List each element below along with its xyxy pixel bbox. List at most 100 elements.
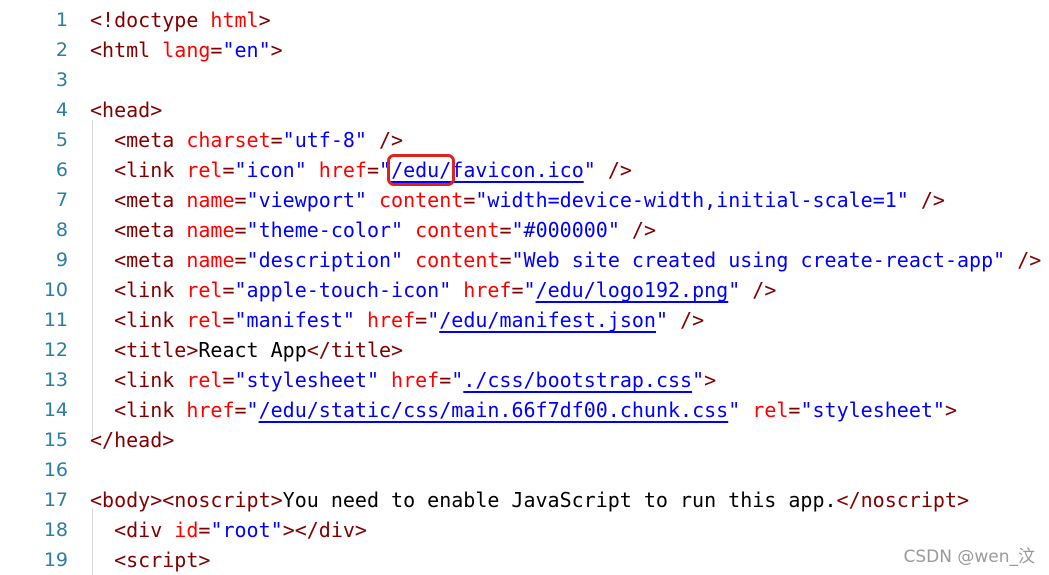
- code-token: =: [499, 248, 512, 272]
- code-token: rel: [186, 368, 223, 392]
- line-number: 4: [55, 99, 68, 121]
- code-token: "apple-touch-icon": [234, 278, 452, 302]
- code-token: =: [270, 128, 283, 152]
- code-text: <script>: [90, 545, 210, 575]
- code-token: </noscript>: [836, 488, 969, 512]
- code-token: =: [234, 188, 247, 212]
- code-token: =: [234, 218, 247, 242]
- code-editor[interactable]: 1 <!doctype html> 2 <html lang="en"> 3 4 <head…: [0, 0, 1049, 575]
- code-text: <body><noscript>You need to enable JavaS…: [90, 485, 969, 515]
- code-line[interactable]: 9 <meta name="description" content="Web …: [0, 245, 1049, 275]
- line-number: 13: [43, 369, 68, 391]
- code-line[interactable]: 3: [0, 65, 1049, 95]
- code-token: =: [210, 38, 223, 62]
- path-link[interactable]: ./css/bootstrap.css: [463, 368, 692, 392]
- code-line[interactable]: 10 <link rel="apple-touch-icon" href="/e…: [0, 275, 1049, 305]
- code-token: ": [523, 278, 536, 302]
- code-token: =: [234, 398, 247, 422]
- code-line[interactable]: 6 <link rel="icon" href="/edu/favicon.ic…: [0, 154, 1049, 186]
- code-token: href: [463, 278, 512, 302]
- line-number: 14: [43, 399, 68, 421]
- code-token: "stylesheet": [800, 398, 945, 422]
- code-text: <link href="/edu/static/css/main.66f7df0…: [90, 395, 957, 425]
- line-number: 11: [43, 309, 68, 331]
- line-number: 15: [43, 429, 68, 451]
- code-token: "#000000": [511, 218, 620, 242]
- code-token: <body><noscript>: [90, 488, 283, 512]
- code-token: </head>: [90, 428, 175, 452]
- code-token: ": [427, 308, 440, 332]
- code-line[interactable]: 19 <script>: [0, 545, 1049, 575]
- line-number: 8: [55, 219, 68, 241]
- code-token: <meta: [90, 218, 187, 242]
- path-link[interactable]: /edu/static/css/main.66f7df00.chunk.css: [259, 398, 729, 422]
- code-token: =: [788, 398, 801, 422]
- code-token: rel: [186, 158, 223, 182]
- code-token: "width=device-width,initial-scale=1": [475, 188, 909, 212]
- code-token: "description": [246, 248, 404, 272]
- code-token: href: [318, 158, 367, 182]
- code-line[interactable]: 16: [0, 455, 1049, 485]
- code-token: content: [415, 248, 500, 272]
- code-line[interactable]: 18 <div id="root"></div>: [0, 515, 1049, 545]
- code-line[interactable]: 17 <body><noscript>You need to enable Jav…: [0, 485, 1049, 515]
- code-text: <meta name="viewport" content="width=dev…: [90, 185, 945, 215]
- highlighted-path[interactable]: /edu/: [387, 154, 456, 186]
- code-line[interactable]: 11 <link rel="manifest" href="/edu/manif…: [0, 305, 1049, 335]
- code-token: <title>: [90, 338, 199, 362]
- code-text: <title>React App</title>: [90, 335, 403, 365]
- code-token: content: [379, 188, 464, 212]
- code-token: "icon": [234, 158, 307, 182]
- code-token: <link: [90, 398, 187, 422]
- line-number: 17: [43, 489, 68, 511]
- code-line[interactable]: 13 <link rel="stylesheet" href="./css/bo…: [0, 365, 1049, 395]
- code-line[interactable]: 5 <meta charset="utf-8" />: [0, 125, 1049, 155]
- line-number: 5: [55, 129, 68, 151]
- code-line[interactable]: 12 <title>React App</title>: [0, 335, 1049, 365]
- code-token: name: [186, 218, 235, 242]
- code-token: <link: [90, 278, 187, 302]
- code-token: ": [655, 308, 669, 332]
- code-line[interactable]: 7 <meta name="viewport" content="width=d…: [0, 185, 1049, 215]
- code-token: <script>: [90, 548, 211, 572]
- line-number: 3: [55, 69, 68, 91]
- path-link[interactable]: /edu/logo192.png: [536, 278, 729, 302]
- code-token: =: [222, 278, 235, 302]
- line-number: 10: [43, 279, 68, 301]
- code-token: =: [499, 218, 512, 242]
- path-link[interactable]: /edu/manifest.json: [439, 308, 656, 332]
- code-token: "root": [210, 518, 283, 542]
- code-token: <meta: [90, 188, 187, 212]
- code-token: <link: [90, 158, 187, 182]
- code-token: >: [944, 398, 958, 422]
- code-token: />: [668, 308, 705, 332]
- line-number: 2: [55, 39, 68, 61]
- code-line[interactable]: 2 <html lang="en">: [0, 35, 1049, 65]
- code-text: <meta charset="utf-8" />: [90, 125, 403, 155]
- code-line[interactable]: 14 <link href="/edu/static/css/main.66f7…: [0, 395, 1049, 425]
- code-line[interactable]: 8 <meta name="theme-color" content="#000…: [0, 215, 1049, 245]
- code-token: ": [728, 278, 741, 302]
- code-token: </title>: [306, 338, 404, 362]
- code-token: />: [908, 188, 945, 212]
- code-token: ": [583, 158, 596, 182]
- code-text: <meta name="theme-color" content="#00000…: [90, 215, 656, 245]
- code-token: />: [1005, 248, 1042, 272]
- code-line[interactable]: 1 <!doctype html>: [0, 5, 1049, 35]
- code-token: =: [366, 158, 380, 182]
- code-line[interactable]: 15 </head>: [0, 425, 1049, 455]
- code-token: "manifest": [234, 308, 355, 332]
- code-token: <link: [90, 308, 187, 332]
- code-token: <link: [90, 368, 187, 392]
- code-token: <!doctype: [90, 8, 211, 32]
- code-token: href: [391, 368, 440, 392]
- code-token: =: [439, 368, 452, 392]
- code-token: <head>: [90, 98, 163, 122]
- code-line[interactable]: 4 <head>: [0, 95, 1049, 125]
- line-number: 7: [55, 189, 68, 211]
- code-token: ": [728, 398, 741, 422]
- path-link[interactable]: favicon.ico: [451, 158, 583, 182]
- line-number: 1: [55, 9, 68, 31]
